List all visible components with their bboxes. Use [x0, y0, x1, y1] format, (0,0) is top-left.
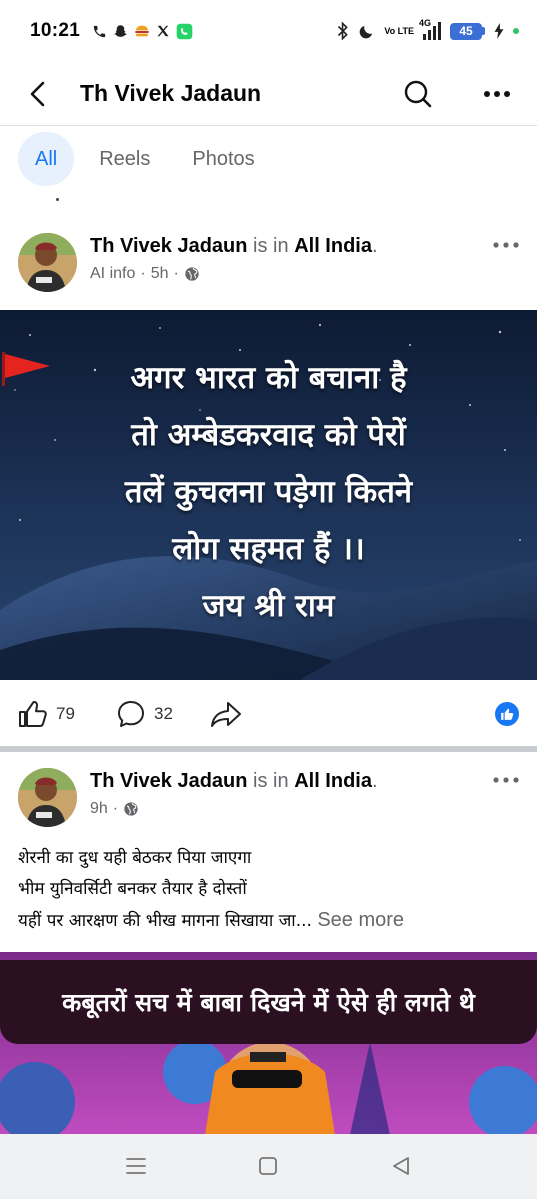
- back-nav-button[interactable]: [381, 1148, 421, 1184]
- search-button[interactable]: [398, 74, 438, 114]
- filter-tabs: All Reels Photos: [18, 132, 272, 186]
- volte-icon: Vo LTE: [384, 25, 414, 36]
- burger-app-icon: [135, 25, 149, 37]
- home-button[interactable]: [248, 1148, 288, 1184]
- back-icon: [393, 1157, 409, 1175]
- charging-icon: [494, 23, 504, 39]
- back-arrow-icon: [30, 81, 45, 106]
- battery-icon: 45: [450, 22, 485, 40]
- thumbs-up-icon: [501, 708, 514, 720]
- post-image[interactable]: अगर भारत को बचाना है तो अम्बेडकरवाद को प…: [0, 310, 537, 680]
- post-meta: AI info · 5h ·: [90, 265, 200, 283]
- post-location[interactable]: All India: [294, 770, 372, 792]
- x-icon: [157, 25, 169, 37]
- post-text-line: भीम युनिवर्सिटी बनकर तैयार है दोस्तों: [18, 879, 247, 899]
- home-icon: [259, 1157, 277, 1175]
- battery-level: 45: [450, 22, 482, 40]
- recent-apps-button[interactable]: [116, 1148, 156, 1184]
- profile-header: Th Vivek Jadaun: [0, 62, 537, 126]
- more-options-button[interactable]: [477, 74, 517, 114]
- image-caption: कबूतरों सच में बाबा दिखने में ऐसे ही लगत…: [62, 988, 475, 1017]
- image-text-line: तो अम्बेडकरवाद को पेरों: [131, 417, 406, 453]
- comment-icon: [118, 701, 144, 727]
- like-button[interactable]: 79: [18, 700, 75, 728]
- see-more-link[interactable]: See more: [317, 909, 404, 931]
- image-text-line: लोग सहमत हैं ।।: [172, 531, 365, 567]
- moon-icon: [359, 25, 373, 38]
- post-time: 9h: [90, 800, 108, 817]
- post-meta: 9h ·: [90, 800, 139, 818]
- post-actions: 79 32: [0, 690, 537, 738]
- more-dots-icon: [493, 777, 519, 783]
- post-separator: [0, 746, 537, 752]
- image-text-line-flag: जय श्री राम: [0, 352, 537, 635]
- post-more-button[interactable]: [488, 233, 524, 257]
- post-location[interactable]: All India: [294, 235, 372, 257]
- status-system-icons: Vo LTE 4G 45: [337, 18, 519, 40]
- reaction-like-badge[interactable]: [495, 702, 519, 726]
- tab-reels[interactable]: Reels: [82, 132, 167, 186]
- post-author-name[interactable]: Th Vivek Jadaun: [90, 235, 247, 257]
- network-type-label: 4G: [419, 18, 432, 28]
- more-dots-icon: [493, 242, 519, 248]
- status-bar: 10:21 Vo LTE 4G 45: [0, 0, 537, 62]
- post-author-name[interactable]: Th Vivek Jadaun: [90, 770, 247, 792]
- snapchat-icon: [114, 24, 127, 37]
- bluetooth-icon: [338, 22, 349, 40]
- system-navigation-bar: [0, 1134, 537, 1199]
- post-time: 5h: [150, 265, 169, 282]
- recent-apps-icon: [126, 1158, 146, 1174]
- search-icon: [404, 80, 432, 108]
- globe-icon: [185, 267, 199, 281]
- signal-icon: 4G: [419, 18, 441, 40]
- comment-count: 32: [154, 704, 173, 723]
- share-button[interactable]: [210, 700, 242, 728]
- flag-icon: [2, 352, 50, 386]
- post-image[interactable]: कबूतरों सच में बाबा दिखने में ऐसे ही लगत…: [0, 952, 537, 1135]
- more-dots-icon: [484, 91, 510, 97]
- like-count: 79: [56, 704, 75, 723]
- post-is-in: is in: [253, 770, 289, 792]
- comment-button[interactable]: 32: [116, 699, 173, 729]
- post-header: Th Vivek Jadaun is in All India. 9h ·: [0, 768, 537, 838]
- whatsapp-icon: [176, 23, 193, 39]
- ai-info-label[interactable]: AI info: [90, 265, 135, 283]
- post-is-in: is in: [253, 235, 289, 257]
- post-author-line: Th Vivek Jadaun is in All India.: [90, 235, 378, 257]
- tab-all[interactable]: All: [18, 132, 75, 186]
- image-text-line: अगर भारत को बचाना है: [130, 360, 407, 396]
- tab-photos[interactable]: Photos: [175, 132, 271, 186]
- image-text-line: तलें कुचलना पड़ेगा कितने: [124, 474, 413, 510]
- post-text-line: शेरनी का दुध यही बेठकर पिया जाएगा: [18, 848, 252, 868]
- image-text-line: जय श्री राम: [202, 588, 335, 624]
- share-icon: [211, 702, 241, 727]
- image-caption-banner: कबूतरों सच में बाबा दिखने में ऐसे ही लगत…: [0, 960, 537, 1044]
- post-header: Th Vivek Jadaun is in All India. AI info…: [0, 233, 537, 303]
- status-time: 10:21: [30, 20, 81, 41]
- image-overlay-text: अगर भारत को बचाना है तो अम्बेडकरवाद को प…: [0, 350, 537, 635]
- avatar[interactable]: [18, 233, 77, 292]
- privacy-dot-icon: [513, 28, 519, 34]
- like-icon: [19, 701, 47, 727]
- post-text: शेरनी का दुध यही बेठकर पिया जाएगा भीम यु…: [18, 843, 523, 937]
- post-text-line-last: यहीं पर आरक्षण की भीख मागना सिखाया जा...…: [18, 905, 523, 937]
- post-more-button[interactable]: [488, 768, 524, 792]
- avatar[interactable]: [18, 768, 77, 827]
- post-text-line: यहीं पर आरक्षण की भीख मागना सिखाया जा...: [18, 911, 312, 931]
- phone-icon: [93, 25, 106, 37]
- globe-icon: [124, 802, 138, 816]
- back-button[interactable]: [18, 74, 58, 114]
- status-notification-icons: [92, 23, 193, 40]
- header-title: Th Vivek Jadaun: [80, 80, 262, 106]
- divider-dot: [56, 198, 59, 201]
- post-author-line: Th Vivek Jadaun is in All India.: [90, 770, 378, 792]
